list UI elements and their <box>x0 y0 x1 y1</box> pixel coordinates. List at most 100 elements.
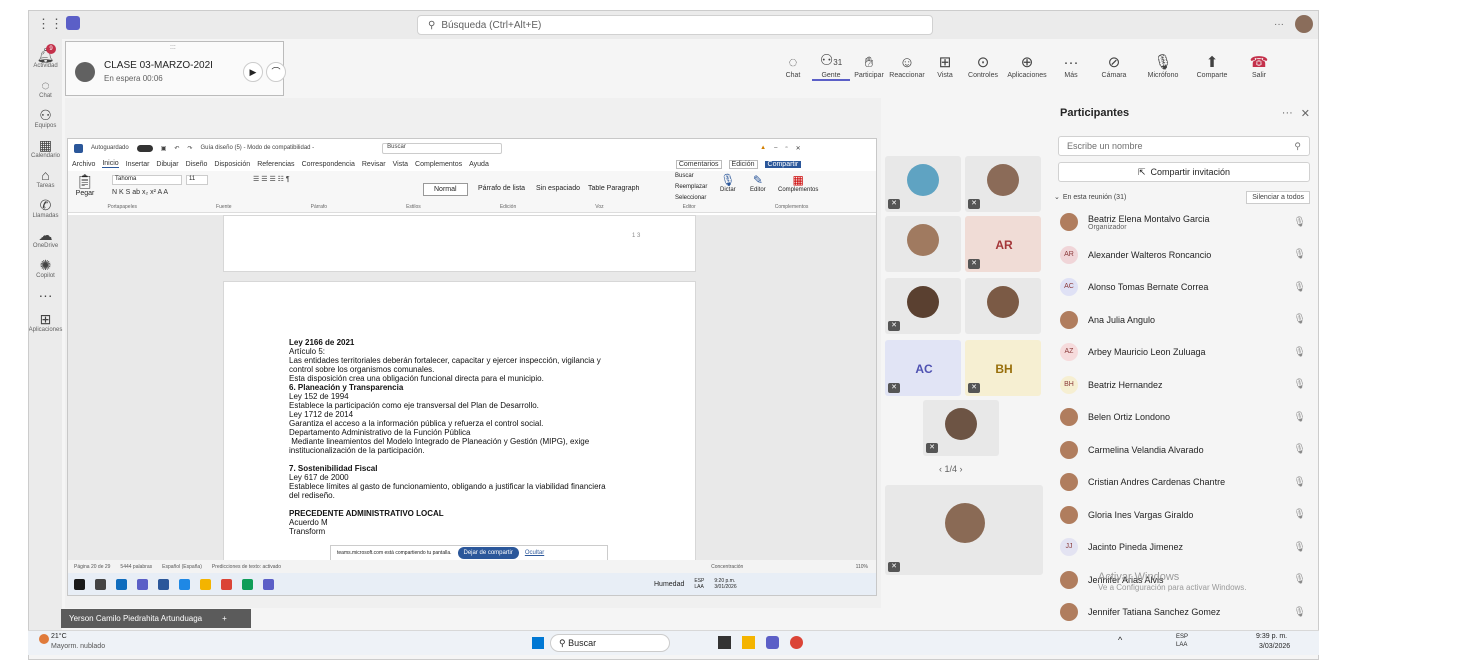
menu-revisar[interactable]: Revisar <box>362 161 386 168</box>
document-area[interactable]: 1 3 Ley 2166 de 2021 Artículo 5: Las entid… <box>68 215 876 560</box>
minimize-button[interactable]: – <box>774 145 777 151</box>
tray-time[interactable]: 9:39 p. m. <box>1256 633 1287 640</box>
taskbar-app-icon[interactable] <box>200 578 211 590</box>
replace-button[interactable]: Reemplazar <box>675 184 707 190</box>
people-button[interactable]: ⚇31 Gente <box>812 52 850 81</box>
more-button[interactable]: ··· Más <box>1052 54 1090 79</box>
editing-button[interactable]: Edición <box>728 159 758 169</box>
menu-inicio[interactable]: Inicio <box>102 160 119 168</box>
menu-ayuda[interactable]: Ayuda <box>469 161 489 168</box>
apps-button[interactable]: ⊕ Aplicaciones <box>1002 54 1052 79</box>
search-input[interactable]: ⚲ Búsqueda (Ctrl+Alt+E) <box>417 15 933 35</box>
panel-more-icon[interactable]: ··· <box>1282 107 1293 119</box>
taskbar-app-icon[interactable] <box>742 636 755 649</box>
participant-row[interactable]: Gloria Ines Vargas Giraldo 🎙︎ <box>1048 499 1318 532</box>
participant-row[interactable]: Ana Julia Angulo 🎙︎ <box>1048 304 1318 337</box>
menu-vista[interactable]: Vista <box>393 161 408 168</box>
share-button[interactable]: ⬆ Comparte <box>1188 54 1236 79</box>
taskbar-app-icon[interactable] <box>790 636 803 649</box>
taskbar-app-icon[interactable] <box>718 636 731 649</box>
video-tile[interactable]: ✕ <box>885 278 961 334</box>
participant-row[interactable]: AR Alexander Walteros Roncancio 🎙︎ <box>1048 239 1318 272</box>
close-icon[interactable]: ✕ <box>1301 107 1310 120</box>
picture-in-picture-call[interactable]: ::: CLASE 03-MARZO-202I En espera 00:06 … <box>65 41 286 96</box>
video-tile[interactable]: AC ✕ <box>885 340 961 396</box>
rail-item-activity[interactable]: 🔔︎ 9 Actividad <box>29 44 62 69</box>
raise-hand-button[interactable]: ✋︎ Participar <box>850 54 888 79</box>
rail-item-apps[interactable]: ⊞ Aplicaciones <box>29 311 62 333</box>
select-button[interactable]: Seleccionar <box>675 195 706 201</box>
rail-item-onedrive[interactable]: ☁ OneDrive <box>29 227 62 249</box>
menu-correspondencia[interactable]: Correspondencia <box>302 161 355 168</box>
hide-button[interactable]: Ocultar <box>525 550 544 556</box>
paste-button[interactable]: 📋︎ Pegar <box>74 173 96 197</box>
search-icon[interactable] <box>95 578 106 590</box>
windows-start-icon[interactable] <box>74 578 85 590</box>
paragraph-icons[interactable]: ☰ ☰ ☰ ☷ ¶ <box>253 175 290 183</box>
style-normal[interactable]: Normal <box>423 183 468 196</box>
focus-button[interactable]: Concentración <box>711 564 743 570</box>
taskbar-app-icon[interactable] <box>158 578 169 590</box>
participant-row[interactable]: AC Alonso Tomas Bernate Correa 🎙︎ <box>1048 271 1318 304</box>
mute-all-button[interactable]: Silenciar a todos <box>1246 190 1310 204</box>
menu-archivo[interactable]: Archivo <box>72 161 95 168</box>
autosave-toggle[interactable] <box>136 144 153 152</box>
taskbar-app-icon[interactable] <box>137 578 148 590</box>
style-list-paragraph[interactable]: Párrafo de lista <box>478 185 525 192</box>
rail-item-tasks[interactable]: ⌂ Tareas <box>29 167 62 189</box>
find-button[interactable]: Buscar <box>675 173 694 179</box>
taskbar-app-icon[interactable] <box>242 578 253 590</box>
share-invite-button[interactable]: ⇱ Compartir invitación <box>1058 162 1310 182</box>
participant-row[interactable]: Beatriz Elena Montalvo Garcia Organizador… <box>1048 206 1318 239</box>
drag-handle[interactable]: ::: <box>170 44 176 51</box>
restore-button[interactable]: ▫ <box>785 145 787 151</box>
add-tab-button[interactable]: + <box>222 614 227 623</box>
rail-item-more[interactable]: ··· <box>29 287 62 303</box>
video-tile[interactable]: ✕ <box>923 400 999 456</box>
video-tile[interactable]: AR ✕ <box>965 216 1041 272</box>
addins-button[interactable]: ▦ Complementos <box>778 173 818 193</box>
menu-referencias[interactable]: Referencias <box>257 161 294 168</box>
comments-button[interactable]: Comentarios <box>675 159 722 169</box>
rail-item-calls[interactable]: ✆ Llamadas <box>29 197 62 219</box>
taskbar-app-icon[interactable] <box>116 578 127 590</box>
participant-row[interactable]: Jennifer Tatiana Sanchez Gomez 🎙︎ <box>1048 596 1318 629</box>
in-meeting-header[interactable]: ⌄ En esta reunión (31) Silenciar a todos <box>1048 188 1318 206</box>
word-search-box[interactable]: Buscar <box>382 142 503 154</box>
menu-diseno[interactable]: Diseño <box>186 161 208 168</box>
app-grid-icon[interactable]: ⋮⋮ <box>37 16 63 32</box>
zoom-level[interactable]: 110% <box>856 564 868 570</box>
taskbar-app-icon[interactable] <box>263 578 274 590</box>
undo-icon[interactable]: ↶ <box>174 145 179 152</box>
stop-sharing-button[interactable]: Dejar de compartir <box>457 547 519 559</box>
tray-lang[interactable]: ESP LAA <box>1176 633 1188 649</box>
taskbar-app-icon[interactable] <box>766 636 779 649</box>
participant-search-input[interactable]: Escribe un nombre ⚲ <box>1058 136 1310 156</box>
windows-start-icon[interactable] <box>532 637 544 649</box>
save-icon[interactable]: ▣ <box>161 145 167 152</box>
font-select[interactable]: Tahoma <box>112 175 182 185</box>
user-avatar[interactable] <box>1295 15 1313 33</box>
participant-row[interactable]: JJ Jacinto Pineda Jimenez 🎙︎ <box>1048 531 1318 564</box>
style-table-paragraph[interactable]: Table Paragraph <box>588 185 644 192</box>
taskbar-app-icon[interactable] <box>179 578 190 590</box>
video-tile[interactable]: BH ✕ <box>965 340 1041 396</box>
participant-row[interactable]: BH Beatriz Hernandez 🎙︎ <box>1048 369 1318 402</box>
menu-complementos[interactable]: Complementos <box>415 161 462 168</box>
react-button[interactable]: ☺ Reaccionar <box>888 54 926 79</box>
resume-button[interactable]: ▶ <box>243 62 263 82</box>
video-tile[interactable]: ✕ <box>965 156 1041 212</box>
video-tile[interactable]: ✕ <box>885 156 961 212</box>
video-tile[interactable] <box>885 216 961 272</box>
editor-button[interactable]: ✎ Editor <box>750 173 766 193</box>
format-icons[interactable]: N K S ab x₂ x² A A <box>112 189 168 196</box>
redo-icon[interactable]: ↷ <box>187 145 192 152</box>
gallery-pager[interactable]: ‹ 1/4 › <box>939 464 963 474</box>
style-no-spacing[interactable]: Sin espaciado <box>536 185 580 192</box>
mic-button[interactable]: 🎙︎ Micrófono <box>1138 54 1188 79</box>
rail-item-copilot[interactable]: ✺ Copilot <box>29 257 62 279</box>
rail-item-teams[interactable]: ⚇ Equipos <box>29 107 62 129</box>
size-select[interactable]: 11 <box>186 175 208 185</box>
participant-row[interactable]: Carmelina Velandia Alvarado 🎙︎ <box>1048 434 1318 467</box>
chat-button[interactable]: ◌ Chat <box>774 54 812 79</box>
